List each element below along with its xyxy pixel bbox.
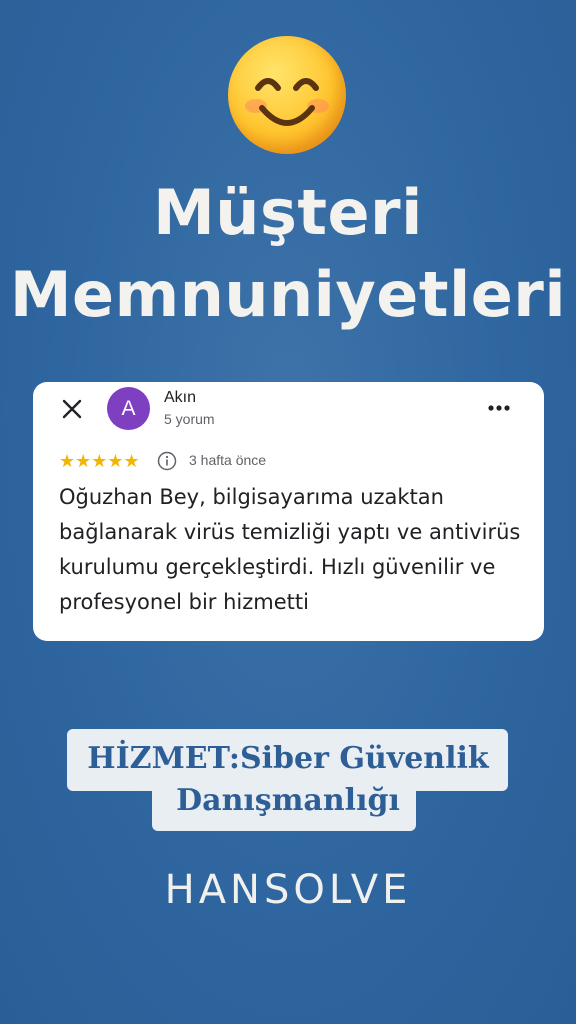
avatar[interactable]: A <box>107 387 150 430</box>
service-subtitle: Danışmanlığı <box>176 783 400 818</box>
more-options-icon[interactable] <box>485 394 513 422</box>
title-line-1: Müşteri <box>153 176 423 249</box>
star-rating: ★★★★★ <box>59 451 140 471</box>
brand-logo: HANSOLVE <box>164 867 412 913</box>
review-card: A Akın 5 yorum ★★★★★ 3 hafta önce Oğuzha… <box>33 382 544 641</box>
title-line-2: Memnuniyetleri <box>9 258 567 331</box>
smiling-face-emoji-icon <box>228 36 346 154</box>
close-icon[interactable] <box>59 396 85 422</box>
review-text: Oğuzhan Bey, bilgisayarıma uzaktan bağla… <box>59 485 521 614</box>
reviewer-name[interactable]: Akın <box>164 389 196 407</box>
review-time: 3 hafta önce <box>189 452 267 468</box>
info-icon[interactable] <box>157 451 177 471</box>
service-title: HİZMET:Siber Güvenlik <box>87 741 489 776</box>
review-count: 5 yorum <box>164 411 215 427</box>
